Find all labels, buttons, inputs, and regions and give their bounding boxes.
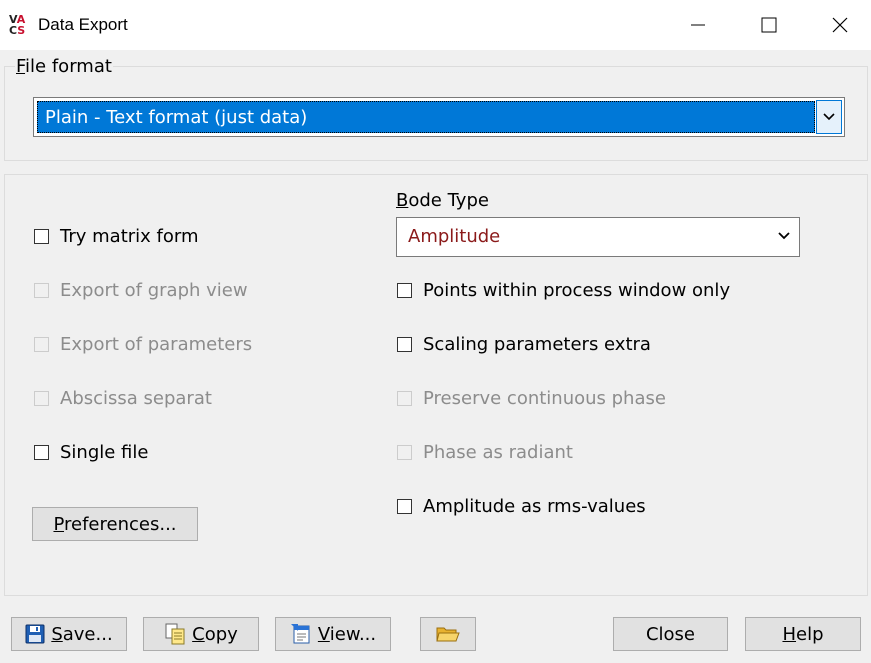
minimize-button[interactable]: [663, 0, 733, 50]
save-button[interactable]: Save...: [11, 617, 127, 651]
bode-type-label: Bode Type: [396, 190, 489, 211]
vacs-app-icon: VA CS: [9, 13, 26, 37]
close-button[interactable]: Close: [613, 617, 728, 651]
checkbox-box[interactable]: [397, 499, 412, 514]
view-button[interactable]: View...: [275, 617, 391, 651]
folder-open-icon: [436, 627, 460, 642]
help-button[interactable]: Help: [745, 617, 861, 651]
checkbox-single-file[interactable]: Single file: [34, 442, 148, 463]
copy-button[interactable]: Copy: [143, 617, 259, 651]
floppy-disk-icon: [25, 624, 45, 644]
checkbox-box[interactable]: [34, 229, 49, 244]
copy-icon: [165, 623, 185, 645]
close-icon: [832, 17, 848, 33]
view-document-icon: [290, 624, 310, 644]
chevron-down-icon: [778, 232, 790, 240]
file-format-selected-value: Plain - Text format (just data): [37, 101, 815, 133]
checkbox-points-within-process-window[interactable]: Points within process window only: [397, 280, 730, 301]
file-format-label: File format: [15, 56, 113, 77]
maximize-icon: [761, 17, 777, 33]
checkbox-phase-as-radiant: Phase as radiant: [397, 442, 573, 463]
bode-type-selected-value: Amplitude: [408, 226, 501, 247]
checkbox-export-of-graph-view: Export of graph view: [34, 280, 248, 301]
file-format-dropdown-button[interactable]: [816, 100, 842, 134]
checkbox-box: [397, 445, 412, 460]
minimize-icon: [691, 24, 705, 26]
file-format-select[interactable]: Plain - Text format (just data): [33, 97, 845, 137]
preferences-button[interactable]: Preferences...: [32, 507, 198, 541]
checkbox-export-of-parameters: Export of parameters: [34, 334, 252, 355]
checkbox-box: [34, 283, 49, 298]
checkbox-scaling-parameters-extra[interactable]: Scaling parameters extra: [397, 334, 651, 355]
checkbox-box[interactable]: [397, 283, 412, 298]
close-window-button[interactable]: [805, 0, 871, 50]
checkbox-box: [34, 391, 49, 406]
checkbox-box: [397, 391, 412, 406]
checkbox-preserve-continuous-phase: Preserve continuous phase: [397, 388, 666, 409]
checkbox-box[interactable]: [34, 445, 49, 460]
checkbox-amplitude-as-rms-values[interactable]: Amplitude as rms-values: [397, 496, 646, 517]
open-folder-button[interactable]: [420, 617, 476, 651]
chevron-down-icon: [823, 113, 835, 121]
bode-type-select[interactable]: Amplitude: [396, 217, 800, 257]
window-title: Data Export: [38, 15, 128, 34]
checkbox-abscissa-separat: Abscissa separat: [34, 388, 212, 409]
checkbox-box: [34, 337, 49, 352]
checkbox-box[interactable]: [397, 337, 412, 352]
maximize-button[interactable]: [734, 0, 804, 50]
checkbox-try-matrix-form[interactable]: Try matrix form: [34, 226, 199, 247]
title-bar: VA CS Data Export: [0, 0, 871, 50]
